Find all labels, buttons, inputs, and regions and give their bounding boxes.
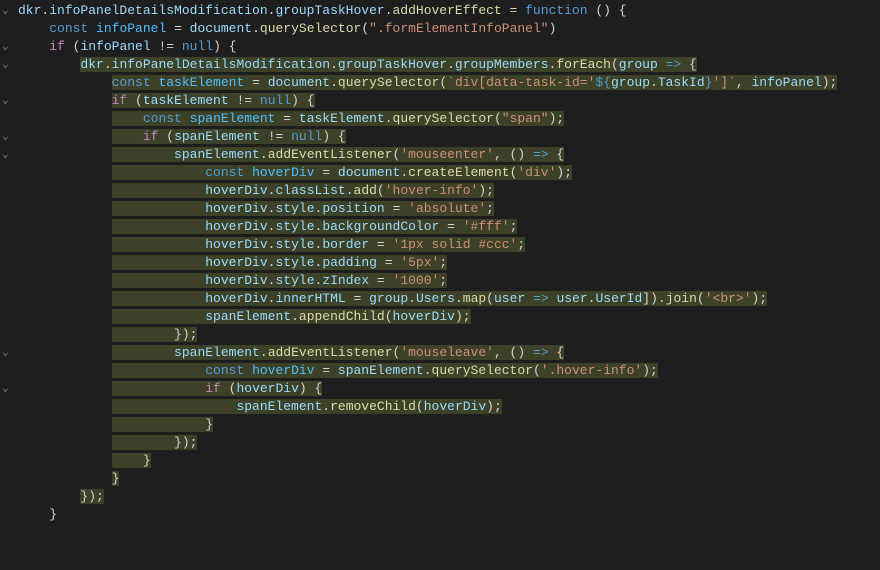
code-line[interactable]: spanElement.removeChild(hoverDiv); xyxy=(18,398,880,416)
fold-chevron-down-icon[interactable]: ⌄ xyxy=(0,2,16,20)
fold-chevron-down-icon[interactable]: ⌄ xyxy=(0,344,16,362)
code-line[interactable]: hoverDiv.classList.add('hover-info'); xyxy=(18,182,880,200)
fold-placeholder xyxy=(0,236,16,254)
code-line[interactable]: } xyxy=(18,416,880,434)
fold-chevron-down-icon[interactable]: ⌄ xyxy=(0,146,16,164)
fold-placeholder xyxy=(0,326,16,344)
code-line[interactable]: } xyxy=(18,470,880,488)
code-line[interactable]: spanElement.appendChild(hoverDiv); xyxy=(18,308,880,326)
fold-placeholder xyxy=(0,290,16,308)
fold-placeholder xyxy=(0,200,16,218)
fold-placeholder xyxy=(0,308,16,326)
code-line[interactable]: if (hoverDiv) { xyxy=(18,380,880,398)
fold-placeholder xyxy=(0,254,16,272)
fold-chevron-down-icon[interactable]: ⌄ xyxy=(0,56,16,74)
fold-placeholder xyxy=(0,182,16,200)
fold-gutter: ⌄⌄⌄⌄⌄⌄⌄⌄ xyxy=(0,0,16,570)
fold-placeholder xyxy=(0,218,16,236)
code-line[interactable]: }); xyxy=(18,326,880,344)
code-line[interactable]: hoverDiv.style.zIndex = '1000'; xyxy=(18,272,880,290)
fold-placeholder xyxy=(0,488,16,506)
code-line[interactable]: const taskElement = document.querySelect… xyxy=(18,74,880,92)
code-line[interactable]: dkr.infoPanelDetailsModification.groupTa… xyxy=(18,56,880,74)
code-line[interactable]: } xyxy=(18,506,880,524)
fold-placeholder xyxy=(0,452,16,470)
code-line[interactable]: hoverDiv.style.padding = '5px'; xyxy=(18,254,880,272)
fold-placeholder xyxy=(0,110,16,128)
code-line[interactable]: const hoverDiv = spanElement.querySelect… xyxy=(18,362,880,380)
fold-placeholder xyxy=(0,506,16,524)
fold-placeholder xyxy=(0,272,16,290)
code-editor[interactable]: ⌄⌄⌄⌄⌄⌄⌄⌄ dkr.infoPanelDetailsModificatio… xyxy=(0,0,880,570)
code-line[interactable]: hoverDiv.style.backgroundColor = '#fff'; xyxy=(18,218,880,236)
fold-placeholder xyxy=(0,362,16,380)
code-line[interactable]: const infoPanel = document.querySelector… xyxy=(18,20,880,38)
code-line[interactable]: hoverDiv.innerHTML = group.Users.map(use… xyxy=(18,290,880,308)
code-line[interactable]: spanElement.addEventListener('mouseleave… xyxy=(18,344,880,362)
fold-chevron-down-icon[interactable]: ⌄ xyxy=(0,380,16,398)
code-line[interactable]: hoverDiv.style.border = '1px solid #ccc'… xyxy=(18,236,880,254)
fold-placeholder xyxy=(0,398,16,416)
code-line[interactable]: if (spanElement != null) { xyxy=(18,128,880,146)
fold-placeholder xyxy=(0,20,16,38)
code-line[interactable]: if (infoPanel != null) { xyxy=(18,38,880,56)
fold-chevron-down-icon[interactable]: ⌄ xyxy=(0,38,16,56)
fold-placeholder xyxy=(0,434,16,452)
code-line[interactable]: spanElement.addEventListener('mouseenter… xyxy=(18,146,880,164)
fold-placeholder xyxy=(0,74,16,92)
code-line[interactable]: if (taskElement != null) { xyxy=(18,92,880,110)
code-line[interactable]: }); xyxy=(18,434,880,452)
code-line[interactable]: const hoverDiv = document.createElement(… xyxy=(18,164,880,182)
fold-placeholder xyxy=(0,416,16,434)
code-line[interactable]: const spanElement = taskElement.querySel… xyxy=(18,110,880,128)
code-line[interactable]: }); xyxy=(18,488,880,506)
fold-chevron-down-icon[interactable]: ⌄ xyxy=(0,92,16,110)
code-line[interactable]: dkr.infoPanelDetailsModification.groupTa… xyxy=(18,2,880,20)
fold-chevron-down-icon[interactable]: ⌄ xyxy=(0,128,16,146)
code-line[interactable]: } xyxy=(18,452,880,470)
code-area[interactable]: dkr.infoPanelDetailsModification.groupTa… xyxy=(16,0,880,570)
code-line[interactable]: hoverDiv.style.position = 'absolute'; xyxy=(18,200,880,218)
fold-placeholder xyxy=(0,470,16,488)
fold-placeholder xyxy=(0,164,16,182)
